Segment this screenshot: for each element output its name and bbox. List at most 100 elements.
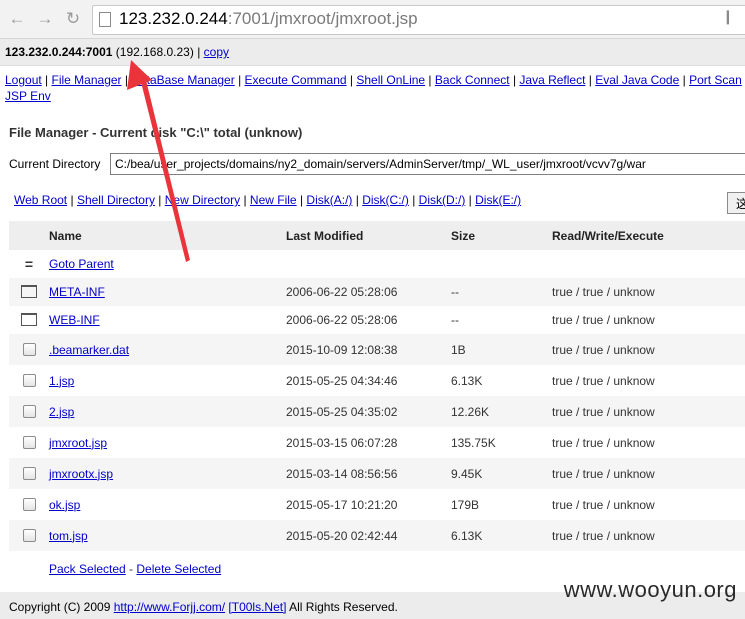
file-checkbox[interactable] xyxy=(22,373,36,387)
address-bar[interactable]: 123.232.0.244:7001/jmxroot/jmxroot.jsp xyxy=(92,5,745,35)
t00ls-link[interactable]: [T00ls.Net] xyxy=(228,600,286,614)
menu-row-2: JSP Env xyxy=(5,88,745,104)
menu-logout[interactable]: Logout xyxy=(5,73,42,87)
page-action-icon[interactable]: ❙ xyxy=(722,8,734,25)
menu-database-manager[interactable]: DataBase Manager xyxy=(131,73,234,87)
new-directory-link[interactable]: New Directory xyxy=(165,193,240,207)
url-text[interactable]: 123.232.0.244:7001/jmxroot/jmxroot.jsp xyxy=(119,9,418,29)
last-modified-cell: 2015-10-09 12:08:38 xyxy=(286,334,451,365)
size-column-header: Size xyxy=(451,221,552,250)
menu-back-connect[interactable]: Back Connect xyxy=(435,73,510,87)
copy-link[interactable]: copy xyxy=(204,45,229,59)
sep: | xyxy=(585,73,596,87)
forward-arrow-icon[interactable]: → xyxy=(36,10,54,28)
sep: | xyxy=(465,193,476,207)
table-header: Name Last Modified Size Read/Write/Execu… xyxy=(9,221,745,250)
sep: | xyxy=(41,73,52,87)
file-link[interactable]: 1.jsp xyxy=(49,374,74,388)
file-table: Name Last Modified Size Read/Write/Execu… xyxy=(9,221,745,587)
ip-open: ( xyxy=(112,45,120,59)
permissions-cell: true / true / unknow xyxy=(552,427,745,458)
disk-d-link[interactable]: Disk(D:/) xyxy=(419,193,466,207)
directory-toolbar: Web Root | Shell Directory | New Directo… xyxy=(14,193,521,207)
sep: | xyxy=(679,73,690,87)
delete-selected-link[interactable]: Delete Selected xyxy=(136,562,221,576)
file-link[interactable]: tom.jsp xyxy=(49,529,88,543)
disk-e-link[interactable]: Disk(E:/) xyxy=(475,193,521,207)
size-cell: 1B xyxy=(451,334,552,365)
file-checkbox[interactable] xyxy=(22,497,36,511)
file-row: 1.jsp 2015-05-25 04:34:46 6.13K true / true… xyxy=(9,365,745,396)
menu-eval-java-code[interactable]: Eval Java Code xyxy=(595,73,679,87)
file-link[interactable]: jmxroot.jsp xyxy=(49,436,107,450)
copyright-suffix: All Rights Reserved. xyxy=(286,600,398,614)
file-checkbox[interactable] xyxy=(22,466,36,480)
folder-row: WEB-INF 2006-06-22 05:28:06 -- true / true … xyxy=(9,306,745,334)
size-cell: 9.45K xyxy=(451,458,552,489)
current-directory-input[interactable] xyxy=(110,153,745,175)
back-arrow-icon[interactable]: ← xyxy=(8,10,26,28)
disk-c-link[interactable]: Disk(C:/) xyxy=(362,193,409,207)
menu-port-scan[interactable]: Port Scan xyxy=(689,73,742,87)
browser-toolbar: ← → ↻ 123.232.0.244:7001/jmxroot/jmxroot… xyxy=(0,0,745,39)
file-link[interactable]: jmxrootx.jsp xyxy=(49,467,113,481)
parent-icon: = xyxy=(24,256,34,272)
last-modified-cell: 2015-05-17 10:21:20 xyxy=(286,489,451,520)
file-checkbox[interactable] xyxy=(22,404,36,418)
permissions-cell: true / true / unknow xyxy=(552,365,745,396)
new-file-link[interactable]: New File xyxy=(250,193,297,207)
menu-shell-online[interactable]: Shell OnLine xyxy=(356,73,425,87)
menu-java-reflect[interactable]: Java Reflect xyxy=(519,73,585,87)
sep: | xyxy=(352,193,363,207)
sep: | xyxy=(425,73,435,87)
permissions-cell: true / true / unknow xyxy=(552,334,745,365)
url-host: 123.232.0.244 xyxy=(119,9,228,28)
web-root-link[interactable]: Web Root xyxy=(14,193,67,207)
page-icon xyxy=(99,12,111,27)
forjj-link[interactable]: http://www.Forjj.com/ xyxy=(114,600,225,614)
folder-link[interactable]: META-INF xyxy=(49,285,105,299)
permissions-cell: true / true / unknow xyxy=(552,306,745,334)
parent-row: = Goto Parent xyxy=(9,250,745,278)
disk-a-link[interactable]: Disk(A:/) xyxy=(306,193,352,207)
goto-parent-link[interactable]: Goto Parent xyxy=(49,257,114,271)
select-column-header xyxy=(9,221,49,250)
file-checkbox[interactable] xyxy=(22,435,36,449)
folder-row: META-INF 2006-06-22 05:28:06 -- true / true… xyxy=(9,278,745,306)
sep: | xyxy=(154,193,165,207)
internal-ip: 192.168.0.23 xyxy=(119,45,190,59)
menu-execute-command[interactable]: Execute Command xyxy=(245,73,347,87)
folder-link[interactable]: WEB-INF xyxy=(49,313,100,327)
menu-row-1: Logout | File Manager | DataBase Manager… xyxy=(5,73,742,87)
main-menu: Logout | File Manager | DataBase Manager… xyxy=(5,72,745,104)
menu-jsp-env[interactable]: JSP Env xyxy=(5,89,51,103)
sep: | xyxy=(296,193,307,207)
sep: | xyxy=(240,193,250,207)
reload-icon[interactable]: ↻ xyxy=(64,10,82,28)
shell-directory-link[interactable]: Shell Directory xyxy=(77,193,155,207)
file-link[interactable]: ok.jsp xyxy=(49,498,80,512)
name-column-header: Name xyxy=(49,221,286,250)
ip-close: ) | xyxy=(189,45,204,59)
size-cell: 12.26K xyxy=(451,396,552,427)
sep: | xyxy=(509,73,520,87)
file-checkbox[interactable] xyxy=(22,528,36,542)
file-link[interactable]: .beamarker.dat xyxy=(49,343,129,357)
permissions-cell: true / true / unknow xyxy=(552,520,745,551)
file-row: tom.jsp 2015-05-20 02:42:44 6.13K true / tr… xyxy=(9,520,745,551)
menu-file-manager[interactable]: File Manager xyxy=(52,73,122,87)
file-link[interactable]: 2.jsp xyxy=(49,405,74,419)
sep: | xyxy=(408,193,419,207)
rwx-column-header: Read/Write/Execute xyxy=(552,221,745,250)
last-modified-cell: 2006-06-22 05:28:06 xyxy=(286,278,451,306)
file-checkbox[interactable] xyxy=(22,342,36,356)
pack-selected-link[interactable]: Pack Selected xyxy=(49,562,126,576)
page-title: File Manager - Current disk "C:\" total … xyxy=(9,125,303,140)
last-modified-cell: 2015-05-25 04:35:02 xyxy=(286,396,451,427)
server-info: 123.232.0.244:7001 (192.168.0.23) | copy xyxy=(5,45,229,59)
go-button[interactable]: 这 xyxy=(727,192,745,214)
file-row: ok.jsp 2015-05-17 10:21:20 179B true / true… xyxy=(9,489,745,520)
server-info-bar: 123.232.0.244:7001 (192.168.0.23) | copy xyxy=(0,39,745,66)
watermark: www.wooyun.org xyxy=(563,577,737,602)
copyright: Copyright (C) 2009 http://www.Forjj.com/… xyxy=(9,600,398,614)
